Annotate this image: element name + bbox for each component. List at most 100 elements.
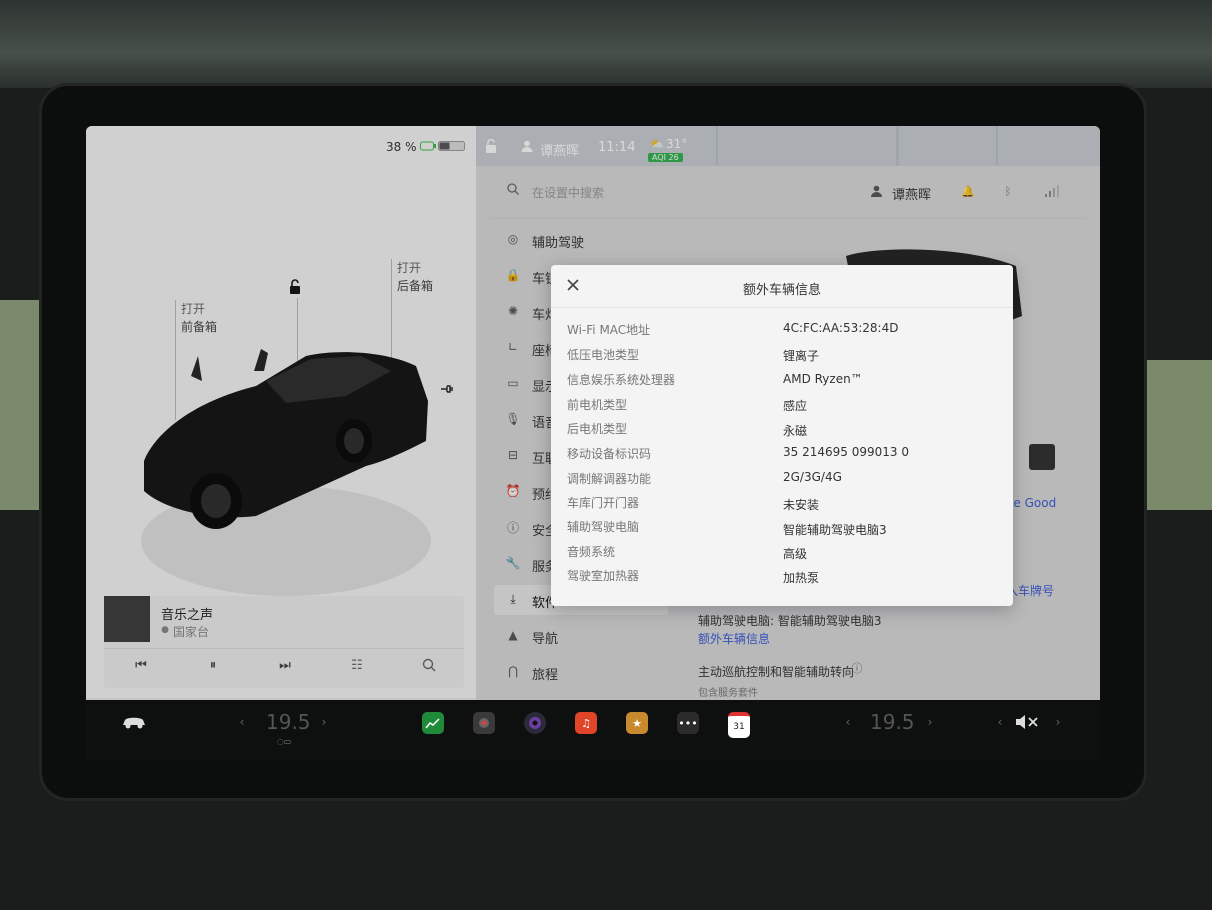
volume-down-icon[interactable]: ‹ <box>994 714 1006 730</box>
lock-icon: 🔒 <box>505 268 521 282</box>
music-app-icon[interactable]: ♫ <box>575 712 597 734</box>
background-top <box>0 0 1212 88</box>
battery-percent: 38 % <box>386 140 417 154</box>
media-source: 国家台 <box>173 625 210 639</box>
toybox-app-icon[interactable]: ★ <box>626 712 648 734</box>
modal-row-value: AMD Ryzen™ <box>783 372 863 386</box>
settings-divider <box>490 218 1086 219</box>
modal-row-value: 锂离子 <box>783 349 820 363</box>
clock: 11:14 <box>598 140 636 155</box>
microphone-icon: 🎙 <box>505 412 521 426</box>
trunk-open-label-1: 打开 <box>397 261 422 275</box>
trip-icon: ⋂ <box>508 664 518 678</box>
add-plate-link[interactable]: 入车牌号 <box>1006 582 1054 599</box>
map-road <box>996 126 998 166</box>
close-icon[interactable] <box>565 277 581 293</box>
see-more-link[interactable]: ee Good <box>1006 496 1056 510</box>
search-icon[interactable] <box>420 656 438 674</box>
bluetooth-icon[interactable]: ᛒ <box>1002 184 1014 198</box>
schedule-icon: ⏰ <box>505 484 521 498</box>
navigation-arrow-icon: ▲ <box>508 628 518 642</box>
nav-item-trips[interactable]: 旅程 <box>532 664 558 683</box>
modal-title: 额外车辆信息 <box>743 283 822 298</box>
status-bar: 谭燕晖 11:14 ⛅ 31° AQI 26 <box>476 126 1100 166</box>
safety-icon: ⓘ <box>506 520 519 535</box>
download-icon: ⤓ <box>510 591 516 606</box>
bottom-dock: ‹ 19.5 › ◌▭ ♫ ★ ••• 31 ‹ 19.5 › ‹ › <box>86 700 1100 760</box>
modal-divider <box>551 307 1013 308</box>
next-track-icon[interactable]: ⏭ <box>276 656 294 674</box>
modal-row-label: 调制解调器功能 <box>567 472 652 486</box>
energy-app-icon[interactable] <box>422 712 444 734</box>
steering-wheel-icon: ◎ <box>507 232 519 246</box>
user-icon <box>520 139 534 153</box>
light-icon: ✺ <box>507 304 519 318</box>
driver-temp-down-icon[interactable]: ‹ <box>236 714 248 730</box>
more-apps-icon[interactable]: ••• <box>677 712 699 734</box>
display-icon: ▭ <box>507 376 519 390</box>
modal-row-value: 35 214695 099013 0 <box>783 445 909 459</box>
modal-row-value: 4C:FC:AA:53:28:4D <box>783 321 899 335</box>
map-road <box>896 126 899 166</box>
settings-profile-name[interactable]: 谭燕晖 <box>892 184 931 203</box>
frunk-open-label-1: 打开 <box>181 302 206 316</box>
modal-row-value: 加热泵 <box>783 571 820 585</box>
extra-vehicle-info-modal: 额外车辆信息 Wi-Fi MAC地址 4C:FC:AA:53:28:4D 低压电… <box>551 265 1013 606</box>
profile-name[interactable]: 谭燕晖 <box>540 140 579 159</box>
passenger-temp-down-icon[interactable]: ‹ <box>842 714 854 730</box>
passenger-temp-up-icon[interactable]: › <box>924 714 936 730</box>
lte-signal-icon <box>1042 184 1060 198</box>
seat-heat-icon[interactable]: ◌▭ <box>272 736 296 746</box>
temperature: 31° <box>666 137 688 151</box>
driver-temp-up-icon[interactable]: › <box>318 714 330 730</box>
wheel-option-swatch[interactable] <box>1029 444 1055 470</box>
settings-search-input[interactable]: 在设置中搜索 <box>532 184 604 201</box>
aqi-badge: AQI 26 <box>648 153 683 162</box>
car-panel: 38 % 打开 前备箱 打开 后备箱 音乐之声 ● 国家台 ⏮ ⏸ ⏭ ☷ <box>86 126 476 698</box>
profile-icon <box>870 184 882 198</box>
charge-port-icon[interactable] <box>438 380 456 398</box>
modal-row-label: 低压电池类型 <box>567 348 640 362</box>
frunk-open-button[interactable]: 前备箱 <box>181 318 217 335</box>
calendar-app-icon[interactable]: 31 <box>728 712 750 738</box>
pause-icon[interactable]: ⏸ <box>204 656 222 674</box>
extra-vehicle-info-link[interactable]: 额外车辆信息 <box>698 630 770 647</box>
volume-up-icon[interactable]: › <box>1052 714 1064 730</box>
driver-temperature[interactable]: 19.5 <box>266 710 311 734</box>
modal-row-label: 音频系统 <box>567 545 616 559</box>
trunk-open-button[interactable]: 后备箱 <box>397 277 433 294</box>
modal-row-value: 未安装 <box>783 498 820 512</box>
passenger-temperature[interactable]: 19.5 <box>870 710 915 734</box>
modal-row-value: 2G/3G/4G <box>783 470 842 484</box>
camera-app-icon[interactable] <box>473 712 495 734</box>
feature-title: 主动巡航控制和智能辅助转向 <box>698 665 855 679</box>
map-road <box>716 126 718 166</box>
unlocked-padlock-icon[interactable] <box>484 138 498 154</box>
album-art <box>104 596 150 642</box>
unlock-icon[interactable] <box>286 278 304 296</box>
volume-muted-icon[interactable] <box>1012 712 1042 732</box>
modal-row-value: 感应 <box>783 399 808 413</box>
previous-track-icon[interactable]: ⏮ <box>132 656 150 674</box>
equalizer-icon[interactable]: ☷ <box>348 656 366 674</box>
dashcam-app-icon[interactable] <box>524 712 546 734</box>
battery-icon <box>438 140 466 152</box>
modal-row-value: 永磁 <box>783 424 808 438</box>
media-player: 音乐之声 ● 国家台 ⏮ ⏸ ⏭ ☷ <box>104 596 464 688</box>
info-icon[interactable]: ⓘ <box>850 661 864 675</box>
modal-row-label: 前电机类型 <box>567 398 628 412</box>
radio-source-icon: ● <box>161 625 169 635</box>
nav-item-autopilot[interactable]: 辅助驾驶 <box>532 232 584 251</box>
battery-charging-icon <box>420 140 436 152</box>
car-icon[interactable] <box>120 712 148 732</box>
weather-sun-cloud-icon: ⛅ <box>649 137 665 151</box>
media-divider <box>104 648 464 649</box>
modal-row-value: 智能辅助驾驶电脑3 <box>783 523 887 537</box>
notification-bell-icon[interactable]: 🔔 <box>961 184 975 198</box>
seat-icon: ∟ <box>507 340 519 354</box>
autopilot-computer-info: 辅助驾驶电脑: 智能辅助驾驶电脑3 <box>698 614 882 628</box>
nav-item-navigation[interactable]: 导航 <box>532 628 558 647</box>
modal-row-label: 移动设备标识码 <box>567 447 652 461</box>
modal-row-label: 信息娱乐系统处理器 <box>567 373 676 387</box>
settings-search-icon <box>506 182 520 196</box>
